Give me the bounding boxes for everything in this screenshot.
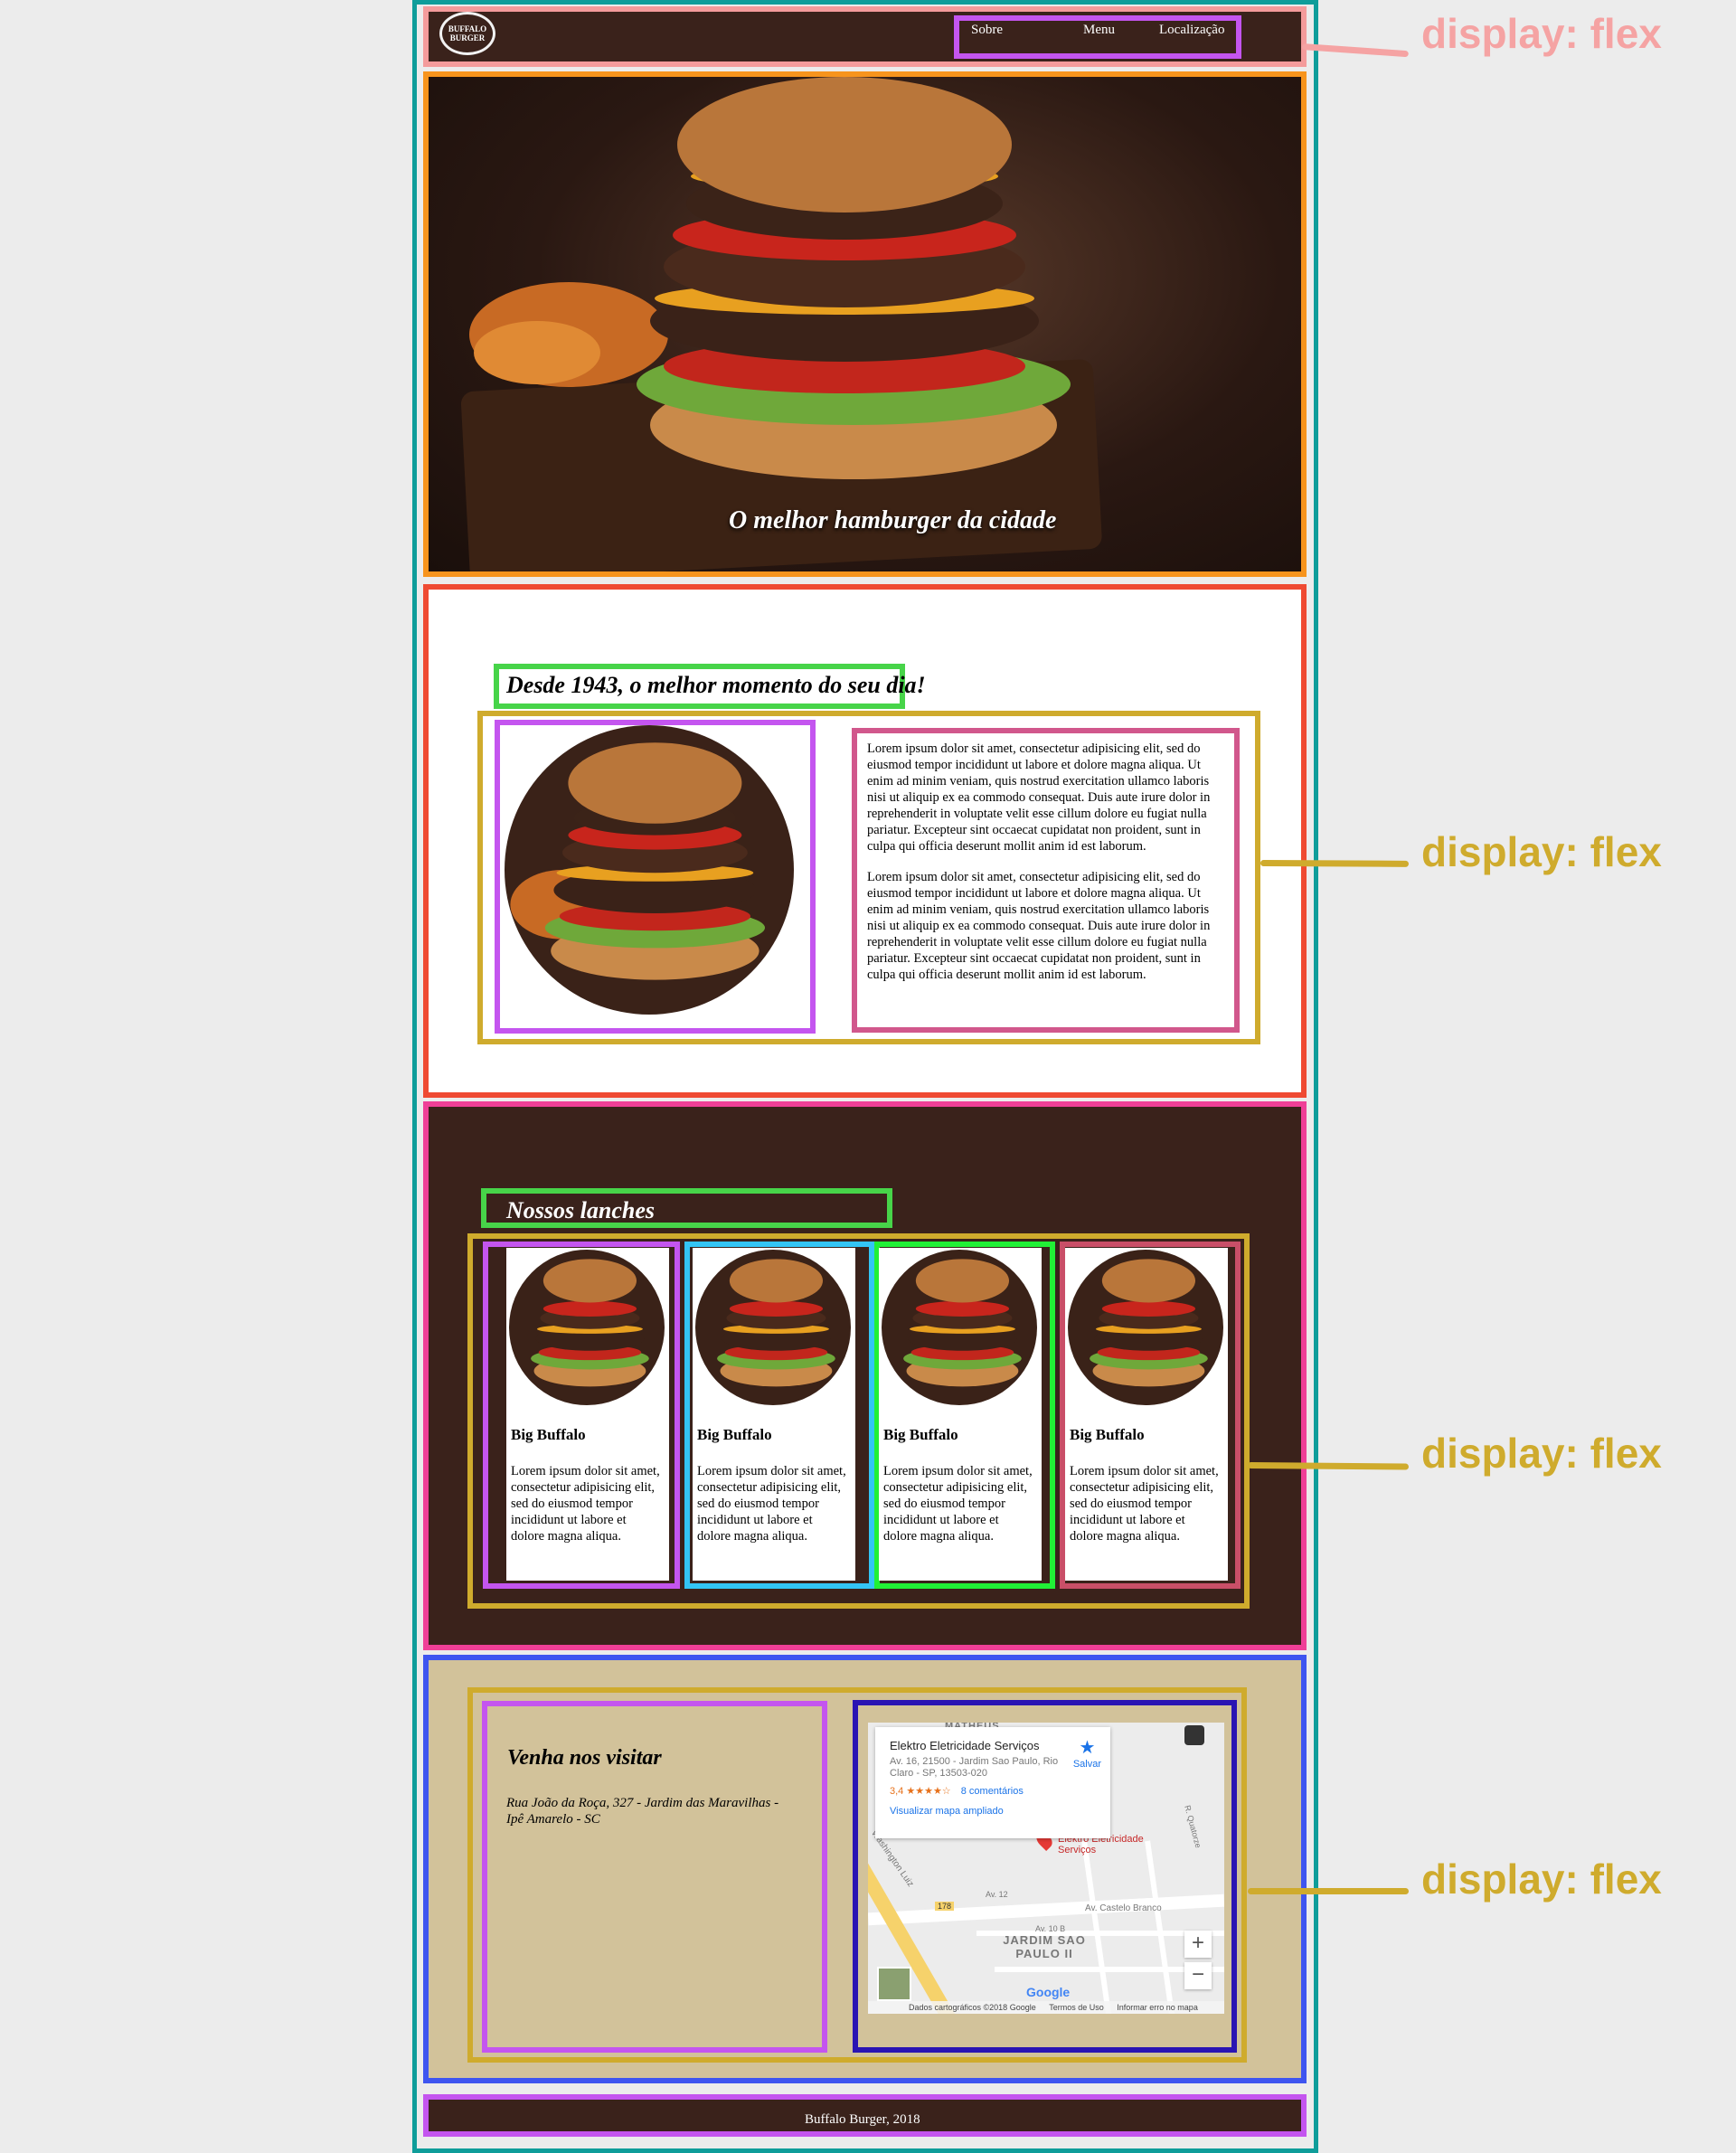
map-road-3 <box>1081 1840 1112 2014</box>
map-report-link[interactable]: Informar erro no mapa <box>1117 2003 1198 2012</box>
map-zoom-in-button[interactable]: + <box>1184 1931 1212 1958</box>
map-road-4 <box>1145 1840 1175 2014</box>
map-save-button[interactable]: ★ Salvar <box>1073 1736 1101 1770</box>
annotation-arrow-visit <box>1248 1888 1409 1894</box>
menu-heading: Nossos lanches <box>506 1197 655 1223</box>
logo-line-2: BURGER <box>449 33 486 42</box>
about-text: Lorem ipsum dolor sit amet, consectetur … <box>867 741 1229 983</box>
nav-link-sobre[interactable]: Sobre <box>971 23 1003 38</box>
menu-card-3-image <box>882 1250 1037 1405</box>
visit-title: Venha nos visitar <box>507 1746 662 1770</box>
hero-burger-illustration <box>460 77 1102 581</box>
menu-card-2-text: Lorem ipsum dolor sit amet, consectetur … <box>697 1464 846 1544</box>
hero-burger-image <box>429 77 1301 581</box>
map-terms-link[interactable]: Termos de Uso <box>1049 2003 1104 2012</box>
annotation-visit-flex: display: flex <box>1421 1856 1662 1903</box>
map-place-name: Elektro Eletricidade Serviços <box>890 1739 1040 1752</box>
burger-illustration <box>1068 1250 1223 1405</box>
map-enlarge-link[interactable]: Visualizar mapa ampliado <box>890 1806 1096 1817</box>
menu-card-4-image <box>1068 1250 1223 1405</box>
map-pegman-icon[interactable] <box>1184 1725 1204 1745</box>
burger-illustration <box>695 1250 851 1405</box>
logo-line-1: BUFFALO <box>448 24 487 33</box>
about-burger-image <box>505 725 794 1015</box>
map-label-av-10b: Av. 10 B <box>1035 1924 1066 1933</box>
map-satellite-thumbnail[interactable] <box>877 1967 911 2001</box>
about-heading: Desde 1943, o melhor momento do seu dia! <box>506 672 926 698</box>
menu-card-1-image <box>509 1250 665 1405</box>
menu-card-3-title: Big Buffalo <box>883 1426 958 1443</box>
map-place-card: Elektro Eletricidade Serviços Av. 16, 21… <box>875 1727 1110 1838</box>
footer-text: Buffalo Burger, 2018 <box>805 2112 920 2127</box>
menu-card-2-title: Big Buffalo <box>697 1426 772 1443</box>
map-save-label: Salvar <box>1072 1759 1101 1770</box>
map-rating: 3,4 <box>890 1786 904 1797</box>
annotation-arrow-about <box>1260 860 1410 867</box>
burger-illustration <box>505 725 794 1015</box>
menu-card-1-title: Big Buffalo <box>511 1426 586 1443</box>
annotation-header-flex: display: flex <box>1421 10 1662 57</box>
map-label-castelo-branco: Av. Castelo Branco <box>1085 1903 1162 1913</box>
annotation-menu-flex: display: flex <box>1421 1430 1662 1477</box>
nav-link-menu[interactable]: Menu <box>1083 23 1115 38</box>
menu-card-4-title: Big Buffalo <box>1070 1426 1145 1443</box>
star-icon: ★ <box>1079 1738 1096 1758</box>
map-label-quatorze: R. Quatorze <box>1183 1804 1203 1849</box>
menu-card-1-text: Lorem ipsum dolor sit amet, consectetur … <box>511 1464 660 1544</box>
buffalo-burger-logo[interactable]: BUFFALO BURGER <box>439 12 495 55</box>
map-attribution: Dados cartográficos ©2018 Google <box>909 2003 1036 2012</box>
hero-title: O melhor hamburger da cidade <box>729 506 1057 534</box>
menu-card-2-image <box>695 1250 851 1405</box>
map-zoom-out-button[interactable]: − <box>1184 1962 1212 1989</box>
annotation-about-flex: display: flex <box>1421 828 1662 875</box>
visit-address: Rua João da Roça, 327 - Jardim das Marav… <box>506 1796 779 1827</box>
map-reviews-link[interactable]: 8 comentários <box>961 1786 1024 1797</box>
burger-illustration <box>882 1250 1037 1405</box>
nav-link-localizacao[interactable]: Localização <box>1159 23 1224 38</box>
google-map-embed[interactable]: MATHEUS JARDIM SAO PAULO II Av. Castelo … <box>868 1723 1224 2014</box>
map-attribution-bar: Dados cartográficos ©2018 Google Termos … <box>868 2001 1224 2014</box>
map-route-badge: 178 <box>935 1902 955 1911</box>
map-label-jardim-sao-paulo: JARDIM SAO PAULO II <box>1003 1933 1086 1960</box>
map-rating-stars: ★★★★☆ <box>906 1786 951 1797</box>
menu-card-3-text: Lorem ipsum dolor sit amet, consectetur … <box>883 1464 1033 1544</box>
burger-illustration <box>509 1250 665 1405</box>
about-paragraph-1: Lorem ipsum dolor sit amet, consectetur … <box>867 741 1211 854</box>
menu-card-4-text: Lorem ipsum dolor sit amet, consectetur … <box>1070 1464 1219 1544</box>
map-road-castelo-branco <box>868 1893 1224 1926</box>
map-label-av-12: Av. 12 <box>986 1890 1008 1899</box>
map-place-address: Av. 16, 21500 - Jardim Sao Paulo, Rio Cl… <box>890 1756 1059 1779</box>
google-logo: Google <box>1026 1985 1071 1999</box>
about-paragraph-2: Lorem ipsum dolor sit amet, consectetur … <box>867 870 1211 982</box>
